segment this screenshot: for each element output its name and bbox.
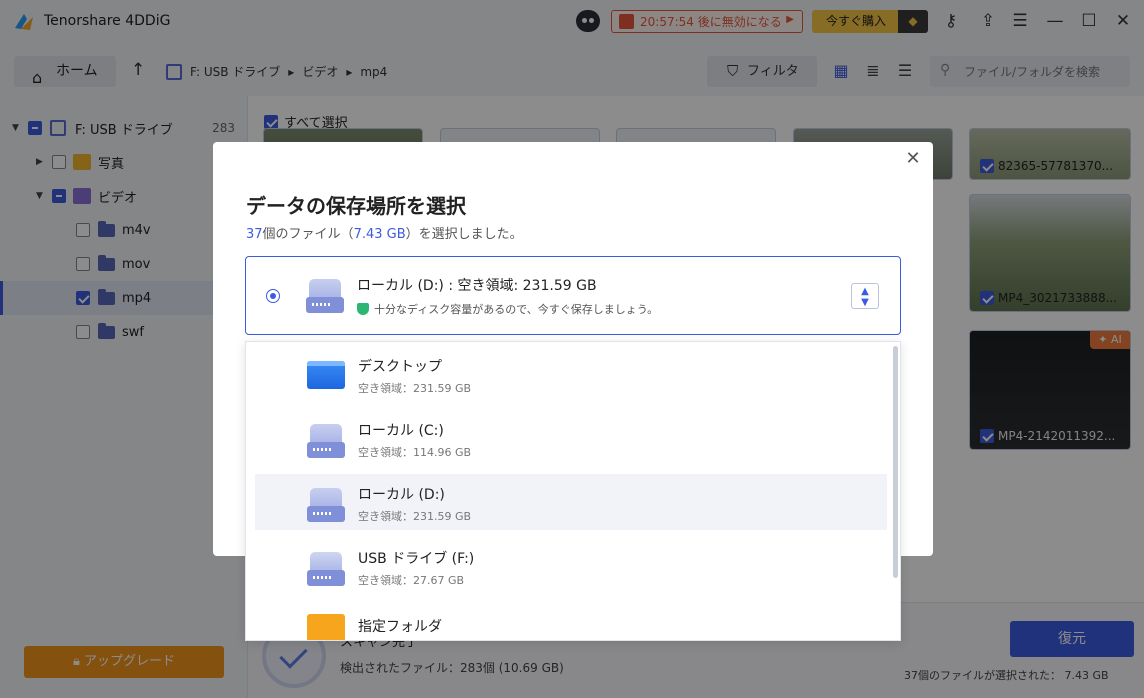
- option-free-space: 空き領域：27.67 GB: [358, 574, 465, 587]
- dialog-subtitle: 37個のファイル（7.43 GB）を選択しました。: [246, 223, 523, 242]
- radio-selected[interactable]: [266, 289, 280, 303]
- option-free-space: 空き領域：114.96 GB: [358, 446, 472, 459]
- hard-drive-icon: [306, 279, 344, 315]
- save-location-select[interactable]: ローカル (D:) : 空き領域: 231.59 GB 十分なディスク容量がある…: [245, 256, 901, 335]
- space-ok-note: 十分なディスク容量があるので、今すぐ保存しましょう。: [357, 301, 658, 317]
- option-name: ローカル (D:): [358, 487, 445, 503]
- dialog-title: データの保存場所を選択: [246, 194, 466, 218]
- location-option-desktop[interactable]: デスクトップ 空き領域：231.59 GB: [255, 346, 887, 402]
- option-name: USB ドライブ (F:): [358, 551, 475, 567]
- desktop-icon: [307, 361, 345, 389]
- subtitle-text: ）を選択しました。: [405, 227, 523, 242]
- hard-drive-icon: [307, 424, 345, 460]
- usb-drive-icon: [307, 552, 345, 588]
- location-option-d[interactable]: ローカル (D:) 空き領域：231.59 GB: [255, 474, 887, 530]
- location-dropdown: デスクトップ 空き領域：231.59 GB ローカル (C:) 空き領域：114…: [245, 341, 901, 641]
- selected-size: 7.43 GB: [353, 227, 406, 242]
- location-option-usb[interactable]: USB ドライブ (F:) 空き領域：27.67 GB: [255, 538, 887, 594]
- selected-count: 37: [246, 227, 263, 242]
- hard-drive-icon: [307, 488, 345, 524]
- shield-check-icon: [357, 303, 369, 315]
- location-option-c[interactable]: ローカル (C:) 空き領域：114.96 GB: [255, 410, 887, 466]
- dropdown-scrollbar[interactable]: [893, 346, 898, 578]
- dropdown-toggle-button[interactable]: ▲ ▼: [851, 283, 879, 309]
- option-name: 指定フォルダ: [358, 619, 442, 635]
- subtitle-text: 個のファイル（: [262, 227, 354, 242]
- close-dialog-icon[interactable]: ✕: [903, 149, 923, 169]
- space-ok-text: 十分なディスク容量があるので、今すぐ保存しましょう。: [374, 303, 659, 316]
- option-free-space: 空き領域：231.59 GB: [358, 510, 472, 523]
- folder-icon: [307, 614, 345, 640]
- location-option-folder[interactable]: 指定フォルダ: [255, 606, 887, 640]
- selected-location-name: ローカル (D:) : 空き領域: 231.59 GB: [357, 278, 597, 294]
- option-free-space: 空き領域：231.59 GB: [358, 382, 472, 395]
- option-name: デスクトップ: [358, 359, 442, 375]
- option-name: ローカル (C:): [358, 423, 444, 439]
